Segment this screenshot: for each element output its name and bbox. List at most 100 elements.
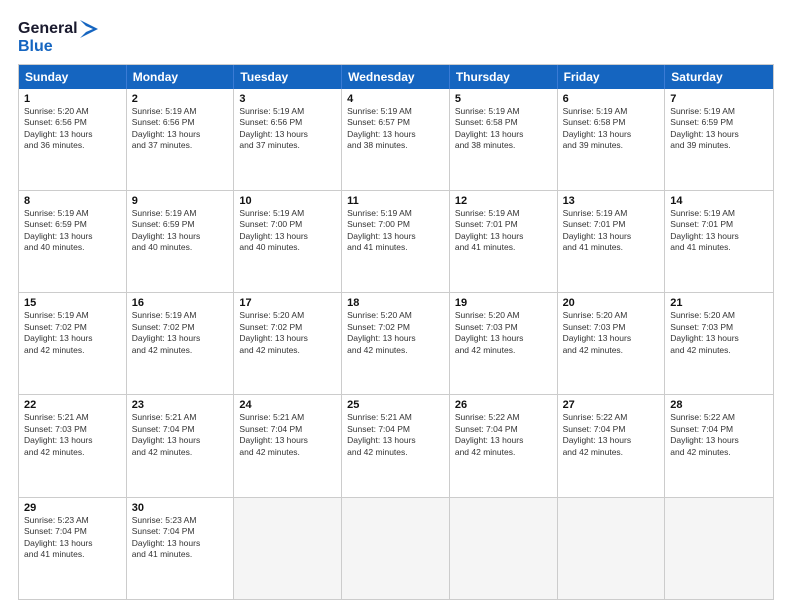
cell-text: Sunset: 7:04 PM xyxy=(132,526,229,537)
cell-text: Daylight: 13 hours xyxy=(670,129,768,140)
cell-text: Sunset: 6:59 PM xyxy=(24,219,121,230)
calendar-cell: 20Sunrise: 5:20 AMSunset: 7:03 PMDayligh… xyxy=(558,293,666,394)
cell-text: Sunrise: 5:19 AM xyxy=(239,106,336,117)
cell-text: Sunset: 7:02 PM xyxy=(132,322,229,333)
cell-text: and 42 minutes. xyxy=(239,447,336,458)
cell-text: Sunset: 7:03 PM xyxy=(670,322,768,333)
cell-text: and 37 minutes. xyxy=(239,140,336,151)
cell-text: Sunrise: 5:19 AM xyxy=(455,106,552,117)
cell-text: and 41 minutes. xyxy=(670,242,768,253)
cell-text: Daylight: 13 hours xyxy=(239,231,336,242)
calendar-cell xyxy=(450,498,558,599)
cell-text: Sunrise: 5:20 AM xyxy=(563,310,660,321)
cell-text: Daylight: 13 hours xyxy=(347,129,444,140)
cell-text: Daylight: 13 hours xyxy=(132,333,229,344)
cell-text: Daylight: 13 hours xyxy=(670,231,768,242)
cell-text: and 41 minutes. xyxy=(455,242,552,253)
calendar-cell: 8Sunrise: 5:19 AMSunset: 6:59 PMDaylight… xyxy=(19,191,127,292)
weekday-header-sunday: Sunday xyxy=(19,65,127,89)
day-number: 20 xyxy=(563,297,660,309)
cell-text: Daylight: 13 hours xyxy=(347,435,444,446)
cell-text: Daylight: 13 hours xyxy=(563,435,660,446)
cell-text: Sunrise: 5:20 AM xyxy=(347,310,444,321)
cell-text: Daylight: 13 hours xyxy=(455,231,552,242)
calendar-cell: 24Sunrise: 5:21 AMSunset: 7:04 PMDayligh… xyxy=(234,395,342,496)
day-number: 18 xyxy=(347,297,444,309)
calendar-cell: 12Sunrise: 5:19 AMSunset: 7:01 PMDayligh… xyxy=(450,191,558,292)
cell-text: Sunrise: 5:20 AM xyxy=(24,106,121,117)
cell-text: and 42 minutes. xyxy=(132,345,229,356)
calendar-body: 1Sunrise: 5:20 AMSunset: 6:56 PMDaylight… xyxy=(19,89,773,599)
day-number: 16 xyxy=(132,297,229,309)
cell-text: and 36 minutes. xyxy=(24,140,121,151)
calendar-row-1: 8Sunrise: 5:19 AMSunset: 6:59 PMDaylight… xyxy=(19,191,773,293)
cell-text: and 42 minutes. xyxy=(670,447,768,458)
cell-text: Sunset: 6:58 PM xyxy=(455,117,552,128)
calendar-row-2: 15Sunrise: 5:19 AMSunset: 7:02 PMDayligh… xyxy=(19,293,773,395)
day-number: 11 xyxy=(347,195,444,207)
cell-text: Sunrise: 5:19 AM xyxy=(670,106,768,117)
cell-text: Sunrise: 5:21 AM xyxy=(347,412,444,423)
cell-text: Sunset: 7:00 PM xyxy=(347,219,444,230)
cell-text: Sunrise: 5:19 AM xyxy=(24,208,121,219)
day-number: 15 xyxy=(24,297,121,309)
day-number: 19 xyxy=(455,297,552,309)
cell-text: and 41 minutes. xyxy=(24,549,121,560)
cell-text: and 42 minutes. xyxy=(563,345,660,356)
calendar-cell: 26Sunrise: 5:22 AMSunset: 7:04 PMDayligh… xyxy=(450,395,558,496)
cell-text: Sunrise: 5:19 AM xyxy=(347,208,444,219)
cell-text: Sunset: 7:02 PM xyxy=(347,322,444,333)
cell-text: and 37 minutes. xyxy=(132,140,229,151)
day-number: 4 xyxy=(347,93,444,105)
cell-text: Sunset: 7:02 PM xyxy=(239,322,336,333)
cell-text: Daylight: 13 hours xyxy=(239,333,336,344)
cell-text: Sunrise: 5:19 AM xyxy=(347,106,444,117)
day-number: 5 xyxy=(455,93,552,105)
cell-text: Sunset: 6:56 PM xyxy=(24,117,121,128)
calendar-cell: 27Sunrise: 5:22 AMSunset: 7:04 PMDayligh… xyxy=(558,395,666,496)
weekday-header-thursday: Thursday xyxy=(450,65,558,89)
cell-text: Sunset: 7:03 PM xyxy=(563,322,660,333)
cell-text: and 42 minutes. xyxy=(670,345,768,356)
cell-text: Sunrise: 5:21 AM xyxy=(239,412,336,423)
weekday-header-monday: Monday xyxy=(127,65,235,89)
cell-text: Daylight: 13 hours xyxy=(563,231,660,242)
cell-text: Daylight: 13 hours xyxy=(132,435,229,446)
day-number: 21 xyxy=(670,297,768,309)
cell-text: Sunset: 6:57 PM xyxy=(347,117,444,128)
calendar-row-4: 29Sunrise: 5:23 AMSunset: 7:04 PMDayligh… xyxy=(19,498,773,599)
cell-text: and 40 minutes. xyxy=(132,242,229,253)
cell-text: Sunrise: 5:19 AM xyxy=(132,208,229,219)
day-number: 9 xyxy=(132,195,229,207)
calendar-cell xyxy=(558,498,666,599)
cell-text: Sunset: 7:04 PM xyxy=(239,424,336,435)
cell-text: and 41 minutes. xyxy=(132,549,229,560)
cell-text: and 39 minutes. xyxy=(670,140,768,151)
calendar-row-3: 22Sunrise: 5:21 AMSunset: 7:03 PMDayligh… xyxy=(19,395,773,497)
calendar-cell: 13Sunrise: 5:19 AMSunset: 7:01 PMDayligh… xyxy=(558,191,666,292)
cell-text: Daylight: 13 hours xyxy=(239,435,336,446)
cell-text: Sunset: 7:01 PM xyxy=(670,219,768,230)
logo: General Blue xyxy=(18,18,98,56)
day-number: 1 xyxy=(24,93,121,105)
cell-text: Sunrise: 5:19 AM xyxy=(239,208,336,219)
page: General Blue SundayMondayTuesdayWednesda… xyxy=(0,0,792,612)
calendar-cell: 7Sunrise: 5:19 AMSunset: 6:59 PMDaylight… xyxy=(665,89,773,190)
cell-text: Sunrise: 5:19 AM xyxy=(132,310,229,321)
cell-text: Sunset: 6:58 PM xyxy=(563,117,660,128)
logo-blue-text: Blue xyxy=(18,38,98,56)
cell-text: Daylight: 13 hours xyxy=(24,129,121,140)
calendar-cell: 30Sunrise: 5:23 AMSunset: 7:04 PMDayligh… xyxy=(127,498,235,599)
calendar-cell: 23Sunrise: 5:21 AMSunset: 7:04 PMDayligh… xyxy=(127,395,235,496)
cell-text: Daylight: 13 hours xyxy=(670,333,768,344)
logo-general-text: General xyxy=(18,20,78,38)
cell-text: Daylight: 13 hours xyxy=(563,129,660,140)
cell-text: Sunrise: 5:21 AM xyxy=(132,412,229,423)
day-number: 22 xyxy=(24,399,121,411)
calendar-cell: 9Sunrise: 5:19 AMSunset: 6:59 PMDaylight… xyxy=(127,191,235,292)
calendar-cell: 4Sunrise: 5:19 AMSunset: 6:57 PMDaylight… xyxy=(342,89,450,190)
cell-text: and 42 minutes. xyxy=(347,447,444,458)
cell-text: Daylight: 13 hours xyxy=(455,333,552,344)
calendar-cell: 6Sunrise: 5:19 AMSunset: 6:58 PMDaylight… xyxy=(558,89,666,190)
header: General Blue xyxy=(18,18,774,56)
